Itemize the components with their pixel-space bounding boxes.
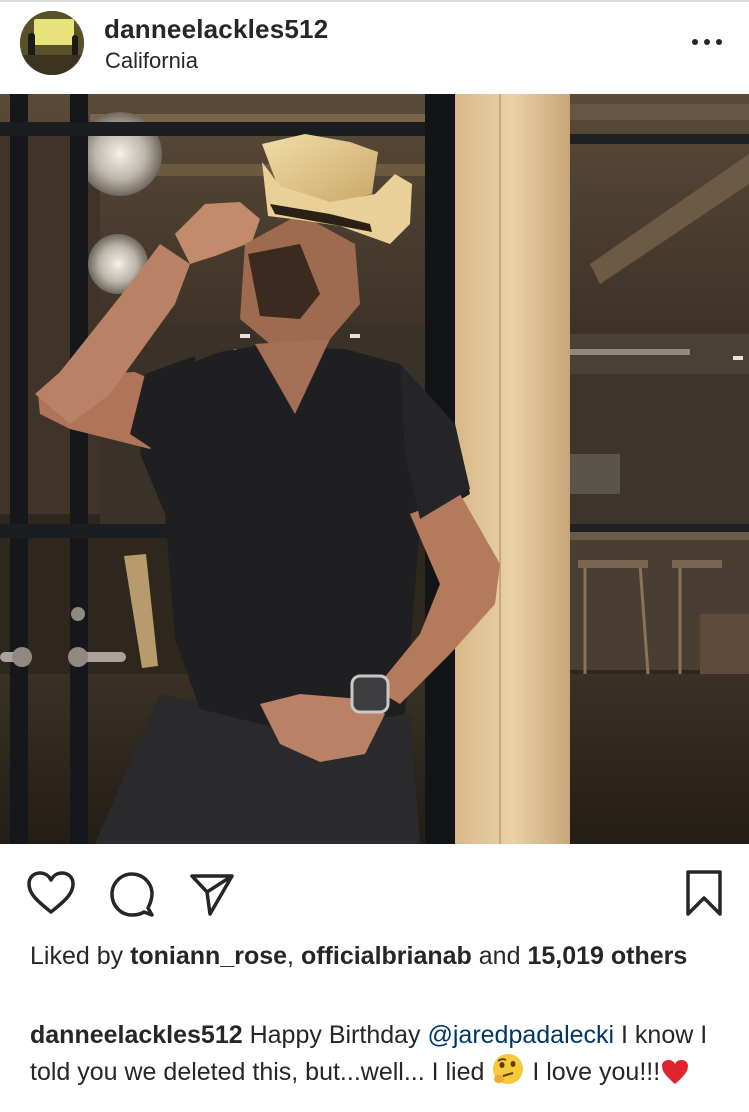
post-location[interactable]: California (105, 48, 198, 74)
heart-icon[interactable] (26, 870, 76, 916)
paper-plane-icon[interactable] (188, 870, 236, 918)
caption-text: Happy Birthday (242, 1021, 428, 1049)
post-header: danneelackles512 California (0, 0, 749, 94)
caption-username[interactable]: danneelackles512 (30, 1021, 243, 1049)
caption-text: I love you!!! (525, 1058, 661, 1086)
likes-summary: Liked by toniann_rose, officialbrianab a… (30, 940, 720, 972)
post-username[interactable]: danneelackles512 (104, 14, 328, 45)
red-heart-emoji-icon (662, 1060, 689, 1084)
likes-count[interactable]: 15,019 (527, 942, 603, 970)
caption-mention[interactable]: @jaredpadalecki (427, 1021, 614, 1049)
comment-icon[interactable] (108, 870, 156, 918)
likes-and: and (471, 942, 528, 970)
post-photo-image (0, 94, 749, 844)
post-photo[interactable] (0, 94, 749, 844)
thinking-face-emoji-icon (493, 1054, 524, 1084)
liker-link[interactable]: toniann_rose (130, 942, 287, 970)
likes-others[interactable]: others (611, 942, 687, 970)
bookmark-icon[interactable] (684, 868, 724, 918)
liker-link[interactable]: officialbrianab (301, 942, 472, 970)
post-caption: danneelackles512 Happy Birthday @jaredpa… (30, 1018, 730, 1089)
likes-separator: , (287, 942, 301, 970)
likes-prefix: Liked by (30, 942, 131, 970)
action-bar (0, 844, 749, 934)
avatar[interactable] (20, 11, 84, 75)
more-horizontal-icon[interactable] (690, 27, 724, 57)
